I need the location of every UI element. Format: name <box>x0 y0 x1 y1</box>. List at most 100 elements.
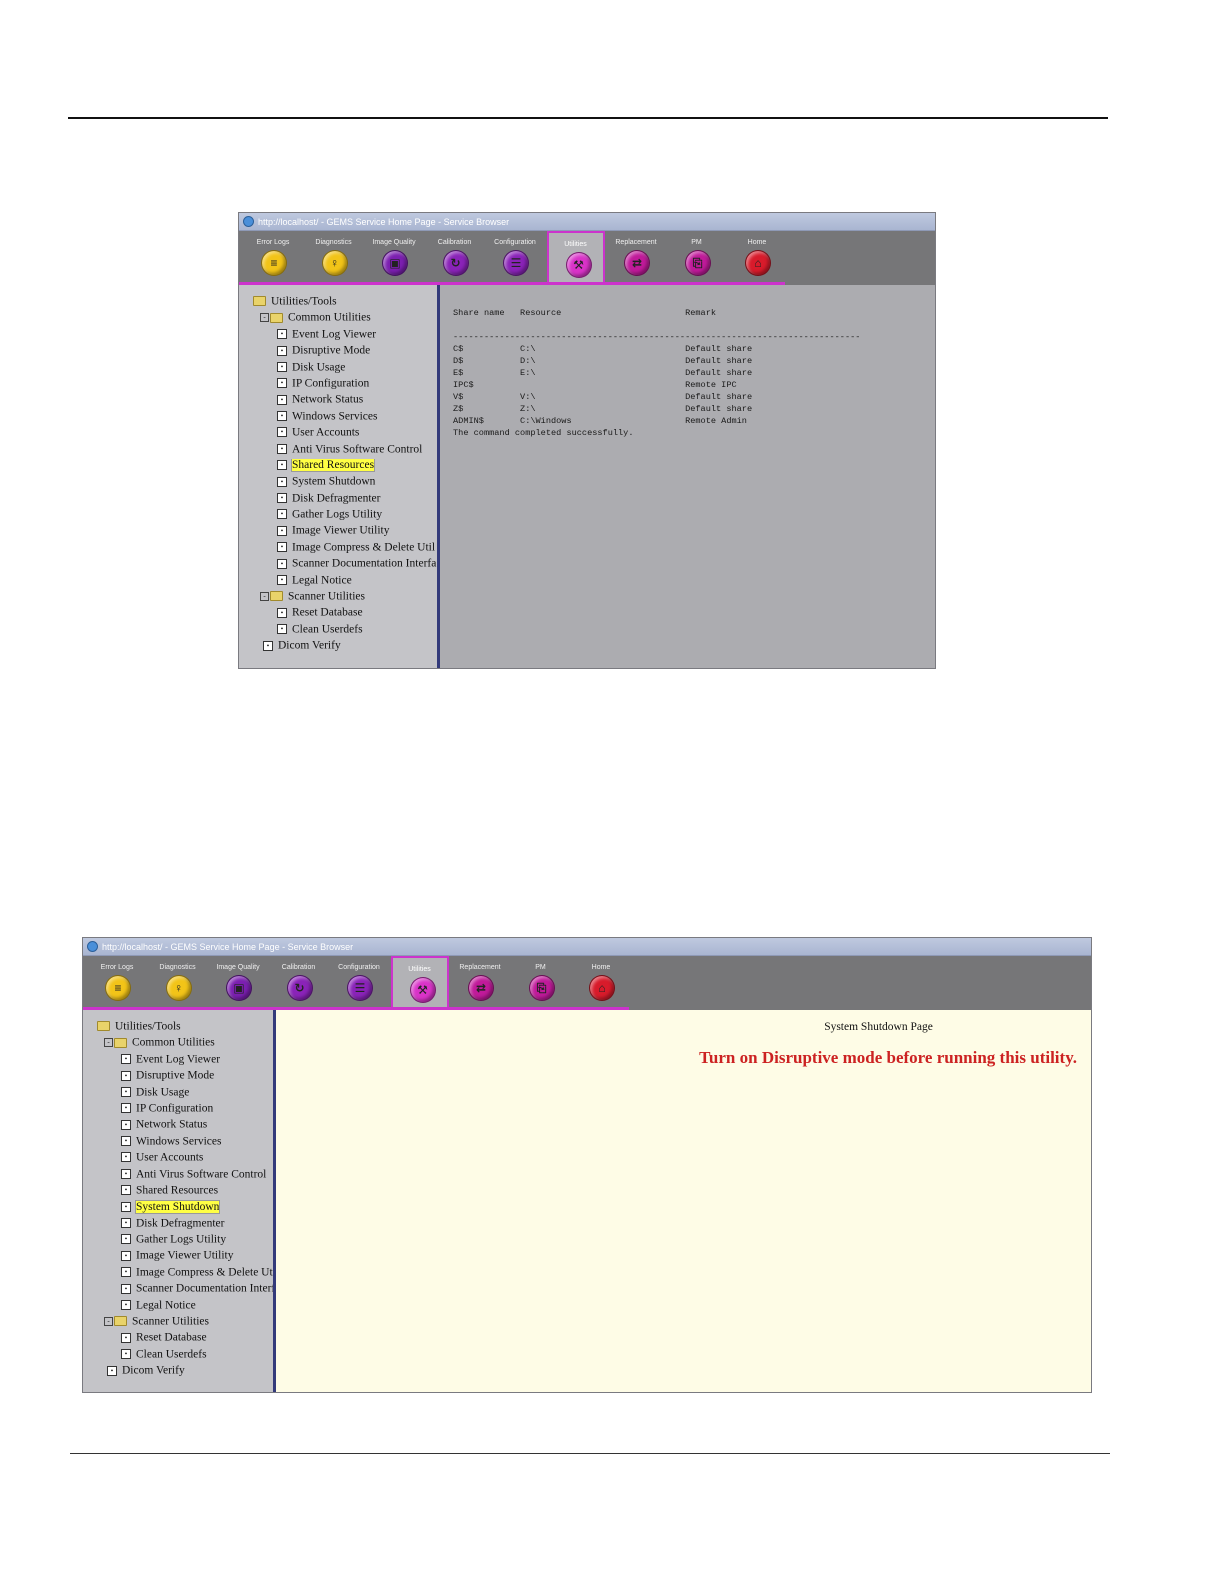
tree-item-disruptive-mode[interactable]: • Disruptive Mode <box>239 344 437 360</box>
tree-item-label: Scanner Documentation Interfa <box>292 557 437 570</box>
tree-item-label: Shared Resources <box>136 1184 219 1197</box>
tab-error-logs[interactable]: Error Logs ≡ <box>88 956 146 1008</box>
tab-label: Utilities <box>564 241 587 248</box>
tab-error-logs[interactable]: Error Logs ≡ <box>244 231 302 283</box>
tree-item-label: Network Status <box>136 1118 208 1131</box>
tree-item-event-log-viewer[interactable]: • Event Log Viewer <box>239 328 437 344</box>
tree-item-disruptive-mode[interactable]: • Disruptive Mode <box>83 1069 273 1085</box>
tree-item-network-status[interactable]: • Network Status <box>239 393 437 409</box>
tree-item-dicom-verify[interactable]: • Dicom Verify <box>239 639 437 655</box>
tree-item-utilities-tools[interactable]: Utilities/Tools <box>239 295 437 311</box>
tree-item-network-status[interactable]: • Network Status <box>83 1118 273 1134</box>
tree-item-system-shutdown[interactable]: • System Shutdown <box>83 1200 273 1216</box>
folder-icon <box>114 1316 127 1327</box>
tree-item-clean-userdefs[interactable]: • Clean Userdefs <box>83 1348 273 1364</box>
tab-image-quality[interactable]: Image Quality ▣ <box>365 231 423 283</box>
tree-item-anti-virus-software-control[interactable]: • Anti Virus Software Control <box>239 443 437 459</box>
tree-item-scanner-utilities[interactable]: - Scanner Utilities <box>239 590 437 606</box>
tree-item-reset-database[interactable]: • Reset Database <box>83 1331 273 1347</box>
collapse-toggle-icon[interactable]: - <box>260 313 269 323</box>
tree-item-ip-configuration[interactable]: • IP Configuration <box>239 377 437 393</box>
tab-image-quality[interactable]: Image Quality ▣ <box>209 956 267 1008</box>
tab-utilities[interactable]: Utilities ⚒ <box>390 956 449 1010</box>
page-icon: • <box>121 1136 131 1147</box>
tree-item-event-log-viewer[interactable]: • Event Log Viewer <box>83 1053 273 1069</box>
tree-item-common-utilities[interactable]: - Common Utilities <box>83 1036 273 1052</box>
tree-item-gather-logs-utility[interactable]: • Gather Logs Utility <box>83 1233 273 1249</box>
tree-item-disk-defragmenter[interactable]: • Disk Defragmenter <box>239 492 437 508</box>
tree-item-image-compress-delete-util[interactable]: • Image Compress & Delete Util <box>83 1266 273 1282</box>
tab-configuration[interactable]: Configuration ☰ <box>330 956 388 1008</box>
tree-item-scanner-documentation-interfa[interactable]: • Scanner Documentation Interfa <box>239 557 437 573</box>
page-icon: • <box>121 1218 131 1229</box>
collapse-toggle-icon[interactable]: - <box>104 1038 113 1048</box>
tab-pm[interactable]: PM ⎘ <box>668 231 726 283</box>
tab-label: PM <box>535 964 546 971</box>
page-icon: • <box>277 607 287 618</box>
tree-item-image-viewer-utility[interactable]: • Image Viewer Utility <box>239 524 437 540</box>
tab-diagnostics[interactable]: Diagnostics ♀ <box>305 231 363 283</box>
tab-configuration[interactable]: Configuration ☰ <box>486 231 544 283</box>
window-titlebar: http://localhost/ - GEMS Service Home Pa… <box>83 938 1091 956</box>
page-icon: • <box>121 1054 131 1065</box>
page-icon: • <box>277 345 287 356</box>
configuration-icon: ☰ <box>347 975 373 1001</box>
configuration-icon: ☰ <box>503 250 529 276</box>
tree-item-dicom-verify[interactable]: • Dicom Verify <box>83 1364 273 1380</box>
tree-item-shared-resources[interactable]: • Shared Resources <box>239 458 437 475</box>
tree-item-disk-usage[interactable]: • Disk Usage <box>239 361 437 377</box>
tree-item-common-utilities[interactable]: - Common Utilities <box>239 311 437 327</box>
tree-item-system-shutdown[interactable]: • System Shutdown <box>239 475 437 491</box>
tree-item-label: Gather Logs Utility <box>292 508 383 521</box>
collapse-toggle-icon[interactable]: - <box>260 591 269 601</box>
tab-pm[interactable]: PM ⎘ <box>512 956 570 1008</box>
tab-utilities[interactable]: Utilities ⚒ <box>546 231 605 285</box>
tree-item-utilities-tools[interactable]: Utilities/Tools <box>83 1020 273 1036</box>
tree-item-legal-notice[interactable]: • Legal Notice <box>83 1299 273 1315</box>
tree-item-label: Clean Userdefs <box>136 1348 207 1361</box>
tree-item-clean-userdefs[interactable]: • Clean Userdefs <box>239 623 437 639</box>
clipboard-icon: ⎘ <box>684 250 711 276</box>
tree-item-user-accounts[interactable]: • User Accounts <box>83 1151 273 1167</box>
tab-calibration[interactable]: Calibration ↻ <box>426 231 484 283</box>
tree-item-scanner-documentation-interfa[interactable]: • Scanner Documentation Interfa <box>83 1282 273 1298</box>
tab-label: Replacement <box>459 964 501 971</box>
page-icon: • <box>277 509 287 520</box>
screenshot-system-shutdown: http://localhost/ - GEMS Service Home Pa… <box>82 937 1092 1393</box>
page-icon: • <box>121 1332 131 1343</box>
tree-item-anti-virus-software-control[interactable]: • Anti Virus Software Control <box>83 1168 273 1184</box>
tab-diagnostics[interactable]: Diagnostics ♀ <box>149 956 207 1008</box>
page-icon: • <box>121 1185 131 1196</box>
tab-replacement[interactable]: Replacement ⇄ <box>607 231 665 283</box>
tree-item-user-accounts[interactable]: • User Accounts <box>239 426 437 442</box>
page-icon: • <box>107 1365 117 1376</box>
tree-item-scanner-utilities[interactable]: - Scanner Utilities <box>83 1315 273 1331</box>
tree-item-disk-defragmenter[interactable]: • Disk Defragmenter <box>83 1217 273 1233</box>
tab-home[interactable]: Home ⌂ <box>572 956 630 1008</box>
tab-calibration[interactable]: Calibration ↻ <box>270 956 328 1008</box>
stethoscope-icon: ♀ <box>165 975 192 1001</box>
tree-item-legal-notice[interactable]: • Legal Notice <box>239 574 437 590</box>
tree-item-label: User Accounts <box>292 426 360 439</box>
tree-item-image-viewer-utility[interactable]: • Image Viewer Utility <box>83 1249 273 1265</box>
folder-icon <box>114 1037 127 1048</box>
page-icon: • <box>121 1103 131 1114</box>
error-log-icon: ≡ <box>105 975 131 1001</box>
tree-item-ip-configuration[interactable]: • IP Configuration <box>83 1102 273 1118</box>
tree-item-gather-logs-utility[interactable]: • Gather Logs Utility <box>239 508 437 524</box>
page-icon: • <box>121 1267 131 1278</box>
tree-item-reset-database[interactable]: • Reset Database <box>239 606 437 622</box>
tree-item-disk-usage[interactable]: • Disk Usage <box>83 1086 273 1102</box>
tree-item-label: Disk Defragmenter <box>292 492 381 505</box>
page-icon: • <box>277 378 287 389</box>
tree-item-windows-services[interactable]: • Windows Services <box>239 410 437 426</box>
tab-label: Error Logs <box>256 239 290 246</box>
collapse-toggle-icon[interactable]: - <box>104 1316 113 1326</box>
browser-icon <box>87 941 98 952</box>
tab-replacement[interactable]: Replacement ⇄ <box>451 956 509 1008</box>
tree-item-windows-services[interactable]: • Windows Services <box>83 1135 273 1151</box>
tree-item-image-compress-delete-util[interactable]: • Image Compress & Delete Util <box>239 541 437 557</box>
tab-home[interactable]: Home ⌂ <box>728 231 786 283</box>
tree-item-shared-resources[interactable]: • Shared Resources <box>83 1184 273 1200</box>
tree-item-label: Dicom Verify <box>122 1364 185 1377</box>
